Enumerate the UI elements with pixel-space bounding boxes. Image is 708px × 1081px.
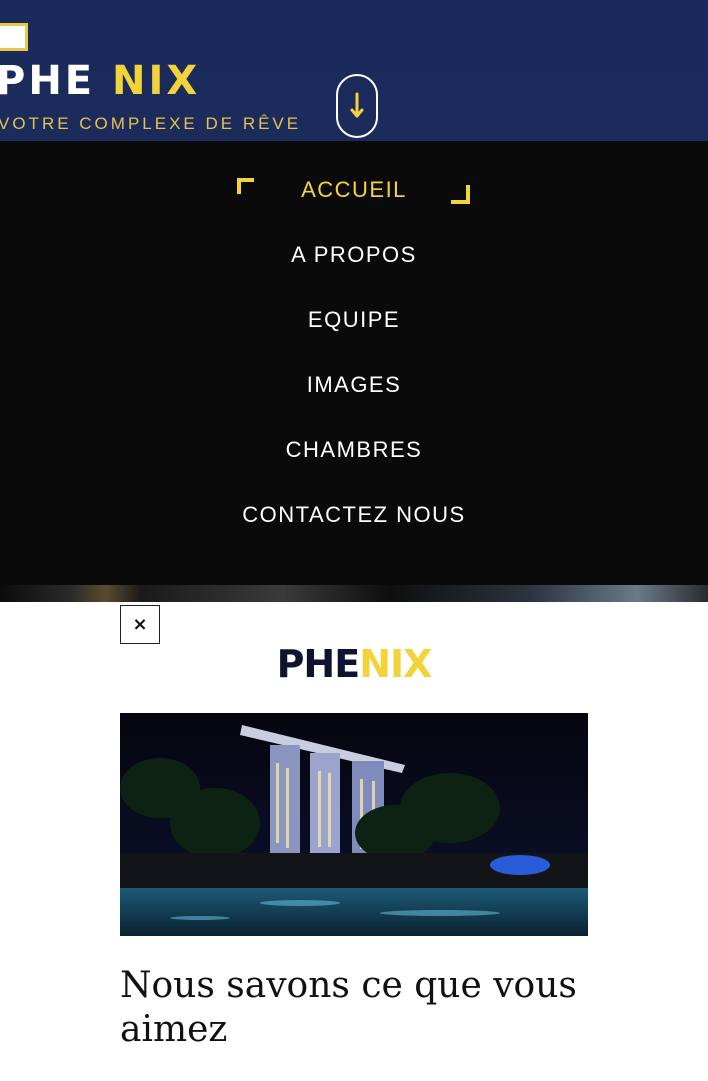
modal-heading: Nous savons ce que vous aimez — [120, 965, 577, 1050]
nav-item-accueil[interactable]: ACCUEIL — [0, 177, 708, 203]
hero-image-strip — [0, 585, 708, 602]
nav-item-equipe[interactable]: EQUIPE — [0, 307, 708, 333]
logo-mark-icon[interactable] — [0, 23, 28, 51]
main-navigation: ACCUEIL A PROPOS EQUIPE IMAGES CHAMBRES … — [0, 141, 708, 585]
nav-item-images[interactable]: IMAGES — [0, 372, 708, 398]
modal-logo-part2: NIX — [359, 642, 432, 686]
resort-illustration — [120, 713, 588, 936]
brand-tagline: VOTRE COMPLEXE DE RÊVE — [0, 114, 302, 133]
resort-night-photo — [120, 713, 588, 936]
arrow-down-icon — [350, 92, 364, 118]
modal-logo-part1: PHE — [276, 642, 361, 686]
site-header: PHE NIX VOTRE COMPLEXE DE RÊVE — [0, 0, 708, 141]
brand-name[interactable]: PHE NIX — [0, 58, 200, 104]
modal-logo: PHENIX — [0, 642, 708, 686]
welcome-modal: × PHENIX Nous savons ce que vous aimez — [0, 602, 708, 1081]
nav-item-a-propos[interactable]: A PROPOS — [0, 242, 708, 268]
brand-name-part1: PHE — [0, 58, 113, 104]
menu-toggle-button[interactable] — [336, 74, 378, 138]
nav-item-chambres[interactable]: CHAMBRES — [0, 437, 708, 463]
brand-name-part2: NIX — [112, 58, 201, 104]
nav-item-contactez-nous[interactable]: CONTACTEZ NOUS — [0, 502, 708, 528]
close-button[interactable]: × — [120, 605, 160, 644]
